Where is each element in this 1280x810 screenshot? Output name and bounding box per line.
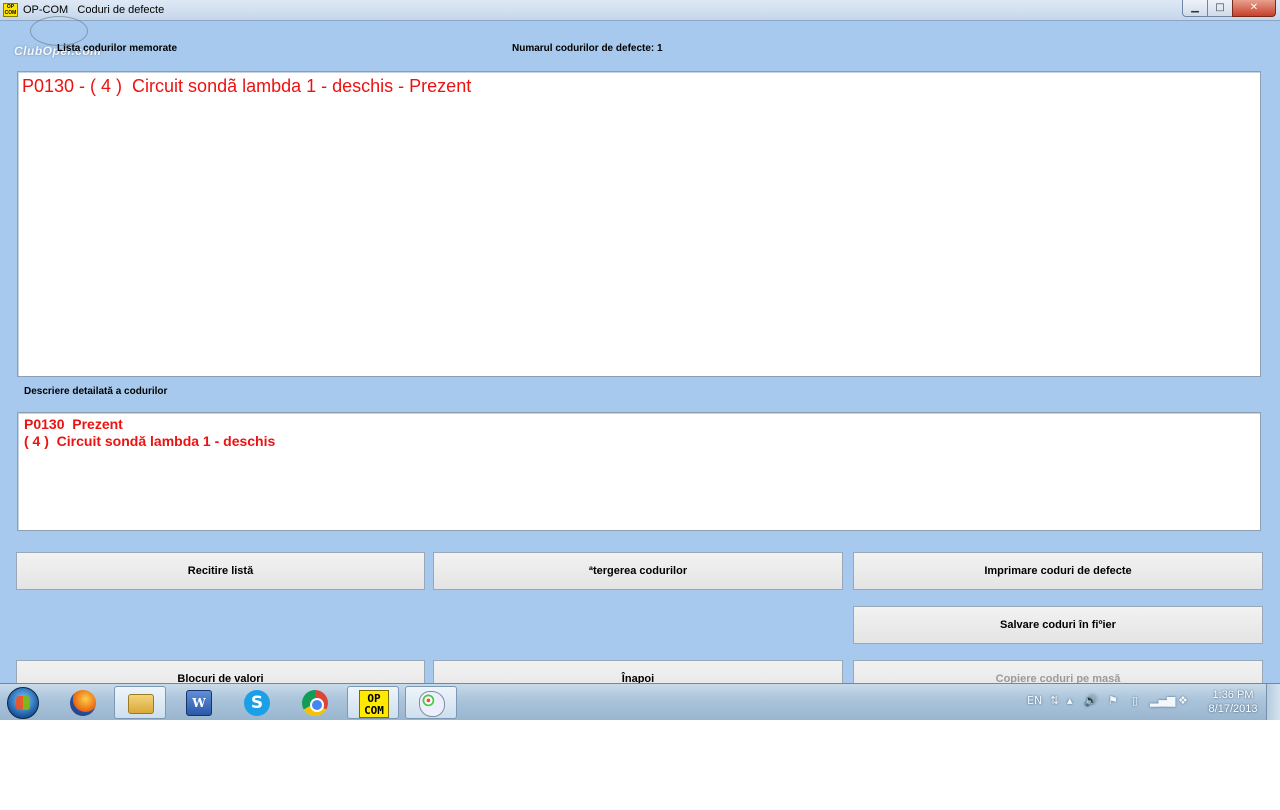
list-item[interactable]: P0130 - ( 4 ) Circuit sondã lambda 1 - d…	[22, 76, 471, 97]
language-indicator[interactable]: EN	[1027, 694, 1042, 707]
clock-date: 8/17/2013	[1208, 703, 1258, 715]
opcom-app-icon: OP COM	[3, 3, 18, 17]
dropbox-icon[interactable]: ❖	[1178, 694, 1188, 707]
volume-icon[interactable]: 🔊	[1084, 694, 1098, 707]
taskbar-opcom[interactable]: OP COM	[347, 686, 399, 719]
opcom-icon: OP COM	[359, 690, 389, 718]
fault-code-list[interactable]: P0130 - ( 4 ) Circuit sondã lambda 1 - d…	[17, 71, 1261, 377]
clock[interactable]: 1:36 PM 8/17/2013	[1200, 688, 1266, 716]
stored-codes-label: Lista codurilor memorate	[57, 43, 178, 54]
description-line: P0130 Prezent	[24, 416, 123, 432]
signal-strength-icon[interactable]: ▂▄▆	[1150, 694, 1175, 707]
word-icon: W	[186, 690, 212, 716]
maximize-button[interactable]: □	[1207, 0, 1233, 17]
taskbar-paint[interactable]	[405, 686, 457, 719]
description-line: ( 4 ) Circuit sondă lambda 1 - deschis	[24, 433, 276, 449]
show-hidden-icons-icon[interactable]: ▴	[1067, 694, 1073, 707]
start-button[interactable]	[7, 687, 39, 719]
paint-icon	[419, 691, 445, 717]
skype-icon: S	[244, 690, 270, 716]
network-switch-icon[interactable]: ⇅	[1050, 694, 1059, 707]
save-codes-to-file-button[interactable]: Salvare coduri în fiºier	[853, 606, 1263, 644]
delete-codes-button[interactable]: ªtergerea codurilor	[433, 552, 843, 590]
code-description-box: P0130 Prezent ( 4 ) Circuit sondă lambda…	[17, 412, 1261, 531]
minimize-button[interactable]: ▁	[1182, 0, 1208, 17]
window-title: OP-COM Coduri de defecte	[23, 4, 165, 16]
taskbar: W S OP COM EN ⇅ ▴ 🔊 ⚑ ▯ ▂▄▆ ❖ 1:36 PM 8/…	[0, 683, 1280, 720]
reread-list-button[interactable]: Recitire listă	[16, 552, 425, 590]
clock-time: 1:36 PM	[1212, 689, 1254, 701]
taskbar-skype[interactable]: S	[231, 686, 283, 719]
close-button[interactable]: ✕	[1232, 0, 1276, 17]
windows-logo-icon	[16, 696, 30, 710]
taskbar-chrome[interactable]	[289, 686, 341, 719]
watermark-logo-icon	[30, 16, 88, 46]
action-center-icon[interactable]: ⚑	[1108, 694, 1118, 707]
taskbar-firefox[interactable]	[57, 686, 109, 719]
detailed-description-label: Descriere detailată a codurilor	[24, 386, 168, 397]
chrome-icon	[302, 690, 328, 716]
taskbar-word[interactable]: W	[173, 686, 225, 719]
battery-icon[interactable]: ▯	[1132, 694, 1138, 707]
firefox-icon	[70, 690, 96, 716]
print-codes-button[interactable]: Imprimare coduri de defecte	[853, 552, 1263, 590]
show-desktop-button[interactable]	[1266, 684, 1280, 720]
title-bar: OP COM OP-COM Coduri de defecte ▁ □ ✕	[0, 0, 1280, 21]
taskbar-explorer[interactable]	[114, 686, 166, 719]
system-tray: EN ⇅ ▴ 🔊 ⚑ ▯ ▂▄▆ ❖	[1020, 684, 1200, 720]
codes-count-label: Numarul codurilor de defecte: 1	[512, 43, 663, 54]
screen: OP COM OP-COM Coduri de defecte ▁ □ ✕ Cl…	[0, 0, 1280, 720]
explorer-icon	[128, 694, 154, 714]
